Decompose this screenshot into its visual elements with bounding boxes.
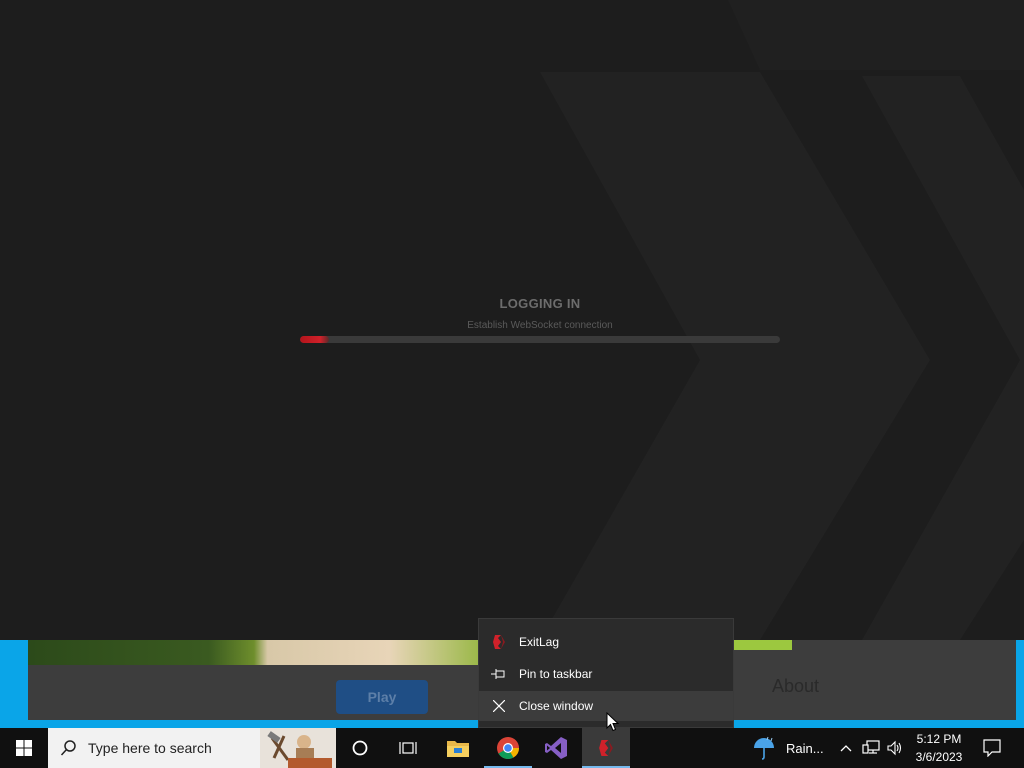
launcher-about-link[interactable]: About <box>772 676 819 697</box>
pin-to-taskbar-label: Pin to taskbar <box>519 667 593 681</box>
folder-icon <box>447 741 469 757</box>
login-title: LOGGING IN <box>499 296 581 311</box>
action-center-button[interactable] <box>976 728 1008 768</box>
taskbar-search-box[interactable]: Type here to search <box>48 728 336 768</box>
weather-widget[interactable]: Rain... <box>752 728 828 768</box>
close-icon <box>479 691 519 721</box>
pin-to-taskbar-item[interactable]: Pin to taskbar <box>479 659 733 689</box>
task-view-icon <box>399 742 417 754</box>
launcher-map-image <box>28 640 480 665</box>
login-status: Establish WebSocket connection <box>467 320 613 331</box>
jump-list-app-label: ExitLag <box>519 635 560 649</box>
launcher-play-button[interactable]: Play <box>336 680 428 714</box>
taskbar: Type here to search Rain... 5:12 PM 3/6/… <box>0 728 1024 768</box>
search-icon <box>60 740 76 756</box>
clock-date: 3/6/2023 <box>915 750 963 764</box>
network-icon <box>862 740 880 754</box>
login-progress-fill <box>300 336 329 343</box>
network-button[interactable] <box>860 728 882 768</box>
show-hidden-icons-button[interactable] <box>836 728 856 768</box>
rain-umbrella-icon <box>754 736 774 760</box>
exitlag-window: LOGGING IN Establish WebSocket connectio… <box>0 0 1024 640</box>
taskbar-chrome[interactable] <box>484 728 532 768</box>
pin-icon <box>479 659 519 689</box>
weather-label: Rain... <box>786 740 824 756</box>
cortana-button[interactable] <box>336 728 384 768</box>
windows-logo-icon <box>16 740 32 756</box>
exitlag-icon <box>479 627 519 657</box>
jump-list-app-item[interactable]: ExitLag <box>479 627 733 657</box>
taskbar-clock[interactable]: 5:12 PM 3/6/2023 <box>908 730 970 766</box>
exitlag-taskbar-icon <box>599 740 613 756</box>
cortana-icon <box>352 740 368 756</box>
volume-button[interactable] <box>884 728 906 768</box>
search-placeholder: Type here to search <box>88 740 212 756</box>
launcher-map-image-right <box>734 640 792 650</box>
chevron-up-icon <box>840 745 852 752</box>
search-highlight-image <box>260 728 336 768</box>
volume-icon <box>887 740 902 756</box>
taskbar-visual-studio[interactable] <box>532 728 580 768</box>
task-view-button[interactable] <box>384 728 432 768</box>
notification-icon <box>983 739 1001 757</box>
login-progress-bar <box>300 336 780 343</box>
close-window-label: Close window <box>519 699 594 713</box>
start-button[interactable] <box>0 728 48 768</box>
clock-time: 5:12 PM <box>916 732 962 746</box>
taskbar-file-explorer[interactable] <box>434 728 482 768</box>
mouse-cursor-icon <box>606 712 620 732</box>
chrome-icon <box>497 737 519 759</box>
taskbar-exitlag[interactable] <box>582 728 630 768</box>
visual-studio-icon <box>545 737 567 759</box>
